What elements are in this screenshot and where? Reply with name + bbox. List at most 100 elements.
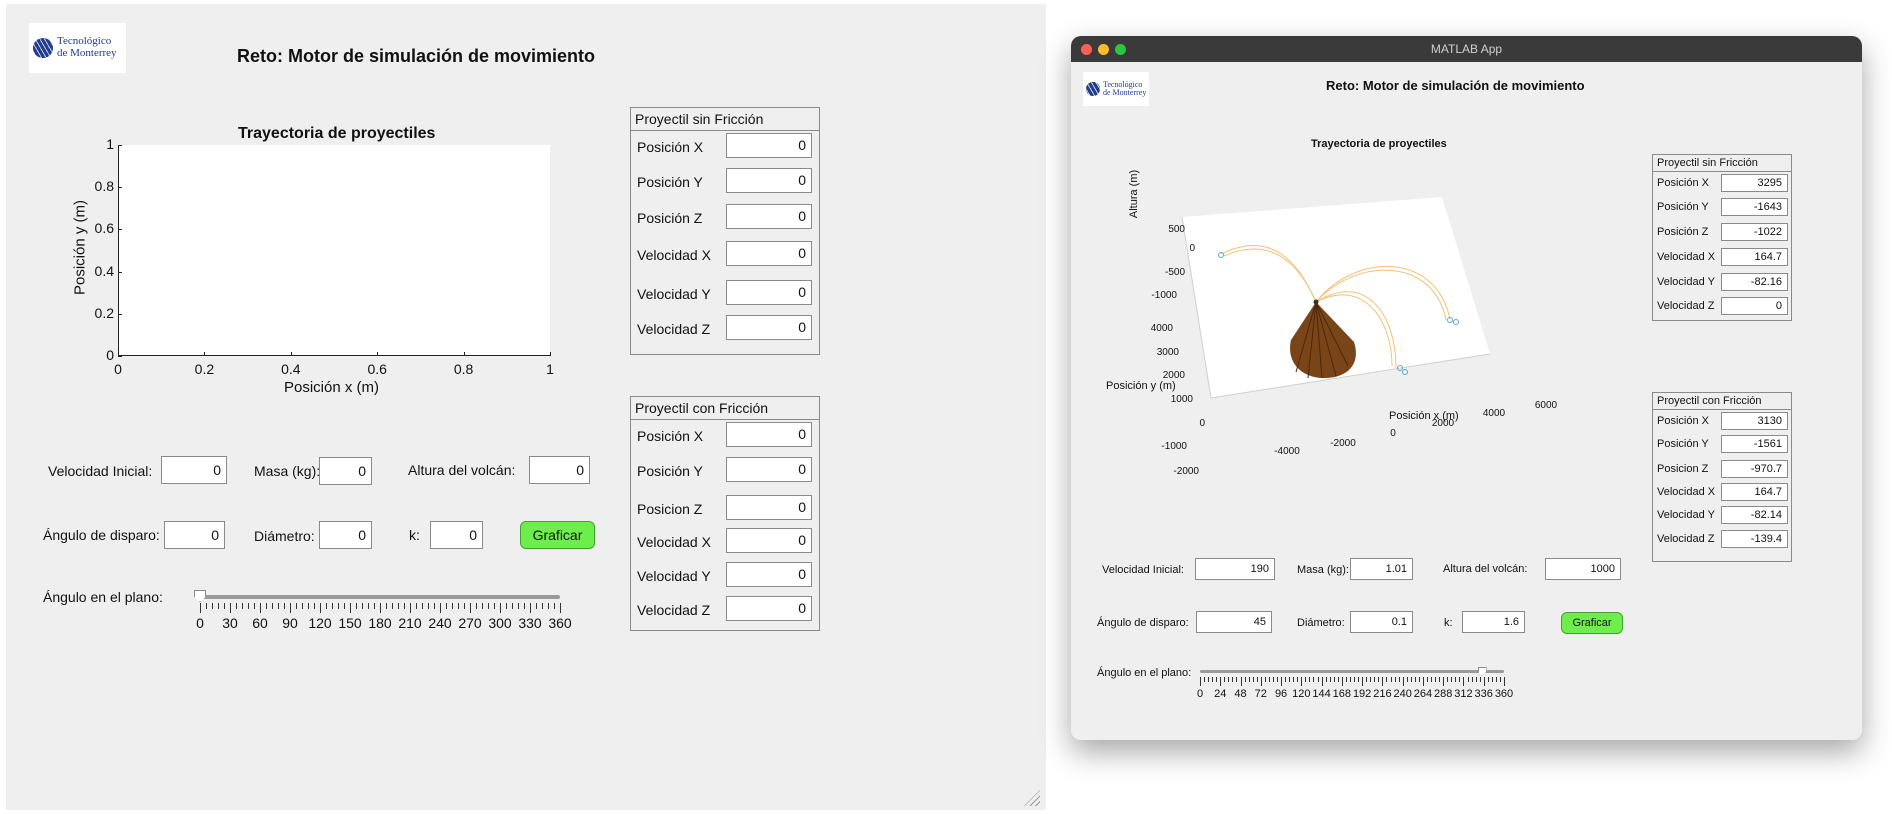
slider-tick <box>1382 677 1384 686</box>
k-field[interactable]: 0 <box>430 521 483 549</box>
window-titlebar: MATLAB App <box>1071 36 1862 62</box>
y-tick-label: -1000 <box>1161 441 1187 452</box>
slider-tick-label: 270 <box>458 615 482 631</box>
panel-row-value: 0 <box>726 562 812 587</box>
slider-tick <box>422 603 423 609</box>
app-title: Reto: Motor de simulación de movimiento <box>237 46 596 66</box>
altura-volcan-label: Altura del volcán: <box>408 462 516 478</box>
velocidad-inicial-label: Velocidad Inicial: <box>1102 564 1184 576</box>
k-field[interactable]: 1.6 <box>1462 611 1525 633</box>
slider-track[interactable] <box>200 595 560 599</box>
altura-volcan-field[interactable]: 1000 <box>1545 558 1621 580</box>
slider-tick <box>380 603 381 613</box>
panel-row-value: 0 <box>726 241 812 266</box>
slider-tick <box>1228 677 1230 683</box>
matlab-app-window: MATLAB App Tecnológico de Monterrey Reto… <box>1071 36 1862 740</box>
slider-tick <box>254 603 255 609</box>
slider-tick <box>272 603 273 609</box>
resize-grip[interactable] <box>1024 790 1040 806</box>
slider-tick <box>1285 677 1287 683</box>
slider-tick <box>1487 677 1489 683</box>
slider-minor-ticks <box>200 603 561 613</box>
panel-sin-friccion-title: Proyectil sin Fricción <box>1653 155 1791 172</box>
panel-row-value: 0 <box>726 422 812 447</box>
slider-tick <box>1277 677 1278 683</box>
x-tick-label: 1 <box>546 361 554 377</box>
altura-volcan-field[interactable]: 0 <box>529 456 590 484</box>
altura-volcan-label: Altura del volcán: <box>1443 563 1528 575</box>
slider-tick <box>1244 677 1246 683</box>
slider-tick <box>1268 677 1270 683</box>
logo-line2: de Monterrey <box>57 47 117 59</box>
maximize-window-button[interactable] <box>1115 44 1126 55</box>
minimize-window-button[interactable] <box>1098 44 1109 55</box>
slider-tick <box>1293 677 1295 683</box>
y-tick <box>118 187 122 189</box>
window-title: MATLAB App <box>1430 42 1503 56</box>
slider-tick <box>1499 677 1501 683</box>
slider-tick <box>512 603 513 609</box>
z-axis-label: Altura (m) <box>1128 169 1140 219</box>
slider-tick-label: 330 <box>518 615 542 631</box>
slider-tick <box>1447 677 1449 683</box>
panel-row-value: -139.4 <box>1721 530 1788 548</box>
panel-row-label: Velocidad X <box>1657 251 1716 263</box>
slider-thumb[interactable] <box>194 590 206 602</box>
diametro-field[interactable]: 0.1 <box>1350 611 1413 633</box>
x-tick-label: 0.2 <box>194 361 215 377</box>
y-tick <box>118 313 122 315</box>
slider-tick <box>1305 677 1307 683</box>
slider-tick <box>1313 677 1315 683</box>
slider-tick <box>296 603 297 609</box>
slider-tick <box>1224 677 1226 683</box>
slider-tick <box>1495 677 1497 683</box>
velocidad-inicial-field[interactable]: 190 <box>1195 558 1275 580</box>
masa-field[interactable]: 1.01 <box>1350 558 1413 580</box>
diametro-field[interactable]: 0 <box>319 521 372 549</box>
panel-row-value: 0 <box>726 315 812 340</box>
angulo-disparo-field[interactable]: 0 <box>164 521 225 549</box>
slider-tick <box>494 603 495 609</box>
slider-tick <box>212 603 213 609</box>
slider-tick <box>476 603 477 609</box>
slider-tick <box>332 603 333 609</box>
panel-row-value: 164.7 <box>1721 248 1788 266</box>
panel-row-value: -970.7 <box>1721 460 1788 478</box>
slider-tick <box>392 603 393 609</box>
panel-row-label: Posición X <box>637 139 704 155</box>
angulo-disparo-label: Ángulo de disparo: <box>43 527 160 543</box>
slider-thumb[interactable] <box>1477 666 1487 676</box>
diametro-label: Diámetro: <box>1297 617 1345 629</box>
y-tick <box>118 271 122 273</box>
slider-tick <box>344 603 345 609</box>
slider-track[interactable] <box>1200 670 1504 673</box>
panel-row-label: Velocidad Z <box>1657 300 1715 312</box>
panel-row-label: Velocidad Z <box>1657 533 1715 545</box>
slider-tick <box>1451 677 1453 683</box>
slider-tick <box>488 603 489 609</box>
panel-sin-friccion-title: Proyectil sin Fricción <box>631 108 819 131</box>
app-title: Reto: Motor de simulación de movimiento <box>1326 78 1585 93</box>
x-tick-label: 0.4 <box>281 361 301 377</box>
panel-row-value: 0 <box>726 495 812 520</box>
slider-tick <box>1200 677 1201 686</box>
slider-tick-label: 150 <box>338 615 362 631</box>
tec-logo: Tecnológico de Monterrey <box>1083 72 1149 106</box>
x-tick <box>550 352 551 356</box>
close-window-button[interactable] <box>1081 44 1092 55</box>
panel-row-label: Velocidad X <box>637 534 711 550</box>
slider-tick <box>374 603 375 609</box>
graficar-button[interactable]: Graficar <box>520 521 595 549</box>
angulo-disparo-field[interactable]: 45 <box>1196 611 1272 633</box>
slider-tick <box>356 603 357 609</box>
x-tick <box>204 352 206 356</box>
velocidad-inicial-field[interactable]: 0 <box>161 456 227 484</box>
panel-row-value: 0 <box>726 168 812 193</box>
masa-field[interactable]: 0 <box>319 457 372 485</box>
panel-row-value: 3130 <box>1721 412 1788 430</box>
slider-tick <box>1281 677 1283 686</box>
slider-tick <box>242 603 243 609</box>
y-tick-label: 0 <box>1199 418 1205 429</box>
graficar-button[interactable]: Graficar <box>1561 612 1623 634</box>
slider-tick <box>1422 677 1424 686</box>
